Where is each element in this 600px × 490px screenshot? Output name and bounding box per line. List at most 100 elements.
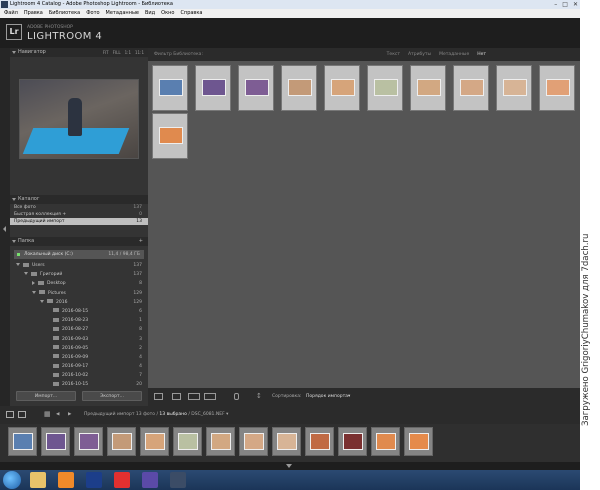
menu-window[interactable]: Окно xyxy=(161,9,174,18)
navigator-preview[interactable] xyxy=(19,79,139,159)
disclosure-icon[interactable] xyxy=(32,290,36,294)
menu-help[interactable]: Справка xyxy=(180,9,202,18)
disclosure-icon[interactable] xyxy=(40,299,44,303)
filmstrip-thumb[interactable] xyxy=(371,427,400,456)
filmstrip-source[interactable]: Предыдущий импорт 13 фото / 13 выбрано /… xyxy=(84,406,228,424)
navigator-header[interactable]: Навигатор FIT FILL 1:1 11:1 xyxy=(10,48,148,57)
catalog-previous-import[interactable]: Предыдущий импорт 13 xyxy=(10,218,148,225)
folder-item[interactable]: 2016-08-27 8 xyxy=(10,325,148,334)
catalog-all-photos[interactable]: Все фото 137 xyxy=(10,204,148,211)
catalog-quick-collection[interactable]: Быстрая коллекция + 0 xyxy=(10,211,148,218)
collapse-bottom-icon[interactable] xyxy=(286,464,292,468)
folder-item[interactable]: 2016-09-09 4 xyxy=(10,353,148,362)
filmstrip-thumb[interactable] xyxy=(74,427,103,456)
folder-item[interactable]: 2016-08-23 1 xyxy=(10,316,148,325)
grid-cell[interactable] xyxy=(410,65,446,111)
photo-thumbnail xyxy=(202,79,226,96)
page-2-icon[interactable] xyxy=(18,411,26,418)
zoom-11-1[interactable]: 11:1 xyxy=(135,48,144,57)
grid-view-icon[interactable] xyxy=(154,393,163,400)
explorer-icon[interactable] xyxy=(30,472,46,488)
filter-none[interactable]: Нет xyxy=(477,48,486,61)
browser-icon[interactable] xyxy=(142,472,158,488)
filmstrip-thumb[interactable] xyxy=(404,427,433,456)
folder-item[interactable]: 2016 129 xyxy=(10,298,148,307)
volume-bar[interactable]: Локальный диск (C:) 11,4 / 98,4 ГБ xyxy=(14,250,144,259)
close-icon[interactable]: ✕ xyxy=(573,0,578,9)
filter-text[interactable]: Текст xyxy=(387,48,400,61)
grid-icon[interactable]: ▦ xyxy=(44,411,51,418)
filmstrip-thumb[interactable] xyxy=(206,427,235,456)
filmstrip-thumb[interactable] xyxy=(107,427,136,456)
grid-cell[interactable] xyxy=(152,65,188,111)
start-button[interactable] xyxy=(3,471,21,489)
menu-metadata[interactable]: Метаданные xyxy=(106,9,139,18)
grid-cell[interactable] xyxy=(281,65,317,111)
chevron-down-icon[interactable]: ▾ xyxy=(226,412,228,417)
folder-item[interactable]: Desktop 8 xyxy=(10,279,148,288)
filmstrip-thumb[interactable] xyxy=(272,427,301,456)
folder-item[interactable]: 2016-09-03 3 xyxy=(10,335,148,344)
filter-attributes[interactable]: Атрибуты xyxy=(408,48,431,61)
folder-item[interactable]: 2016-09-17 4 xyxy=(10,362,148,371)
grid-cell[interactable] xyxy=(496,65,532,111)
filter-metadata[interactable]: Метаданные xyxy=(439,48,469,61)
folders-header[interactable]: Папка + xyxy=(10,237,148,246)
menu-view[interactable]: Вид xyxy=(145,9,155,18)
disclosure-icon[interactable] xyxy=(32,280,35,285)
yandex-icon[interactable] xyxy=(114,472,130,488)
folder-item[interactable]: Users 137 xyxy=(10,261,148,270)
photoshop-icon[interactable] xyxy=(86,472,102,488)
filmstrip-thumb[interactable] xyxy=(338,427,367,456)
menu-photo[interactable]: Фото xyxy=(86,9,99,18)
folder-item[interactable]: 2016-10-02 7 xyxy=(10,371,148,380)
grid-cell[interactable] xyxy=(152,113,188,159)
filmstrip-thumb[interactable] xyxy=(41,427,70,456)
grid-cell[interactable] xyxy=(324,65,360,111)
lightroom-icon[interactable] xyxy=(170,472,186,488)
filmstrip-thumb[interactable] xyxy=(140,427,169,456)
grid-cell[interactable] xyxy=(238,65,274,111)
menu-library[interactable]: Библиотека xyxy=(49,9,80,18)
compare-view-icon[interactable] xyxy=(188,393,200,400)
sort-direction-icon[interactable]: ↕ xyxy=(256,393,262,400)
export-button[interactable]: Экспорт... xyxy=(82,391,142,401)
loupe-view-icon[interactable] xyxy=(172,393,181,400)
zoom-fill[interactable]: FILL xyxy=(113,48,121,57)
folder-item[interactable]: Григорий 137 xyxy=(10,270,148,279)
folder-item[interactable]: Pictures 129 xyxy=(10,289,148,298)
spray-can-icon[interactable] xyxy=(234,393,239,400)
catalog-header[interactable]: Каталог xyxy=(10,195,148,204)
left-panel-toggle[interactable] xyxy=(0,48,10,406)
grid-cell[interactable] xyxy=(195,65,231,111)
filmstrip-thumb[interactable] xyxy=(305,427,334,456)
sort-select[interactable]: Порядок импорта xyxy=(306,388,348,406)
menu-edit[interactable]: Правка xyxy=(24,9,43,18)
forward-icon[interactable]: ▶ xyxy=(68,406,71,424)
back-icon[interactable]: ◀ xyxy=(56,406,59,424)
minimize-icon[interactable]: – xyxy=(554,0,557,9)
import-button[interactable]: Импорт... xyxy=(16,391,76,401)
filmstrip-toggle[interactable] xyxy=(0,462,580,470)
add-folder-icon[interactable]: + xyxy=(139,237,143,246)
disclosure-icon[interactable] xyxy=(16,263,20,266)
menu-file[interactable]: Файл xyxy=(4,9,18,18)
folder-item[interactable]: 2016-10-15 20 xyxy=(10,380,148,389)
maximize-icon[interactable]: □ xyxy=(562,0,568,9)
filmstrip-thumb[interactable] xyxy=(239,427,268,456)
filmstrip-thumb[interactable] xyxy=(8,427,37,456)
media-icon[interactable] xyxy=(58,472,74,488)
grid-cell[interactable] xyxy=(539,65,575,111)
grid-cell[interactable] xyxy=(367,65,403,111)
page-1-icon[interactable] xyxy=(6,411,14,418)
zoom-fit[interactable]: FIT xyxy=(103,48,109,57)
disclosure-icon[interactable] xyxy=(24,272,28,276)
zoom-1-1[interactable]: 1:1 xyxy=(125,48,131,57)
survey-view-icon[interactable] xyxy=(204,393,216,400)
filmstrip-thumb[interactable] xyxy=(173,427,202,456)
folder-item[interactable]: 2016-09-05 2 xyxy=(10,344,148,353)
chevron-down-icon[interactable]: ▾ xyxy=(348,388,350,406)
folder-item[interactable]: 2016-08-15 6 xyxy=(10,307,148,316)
collapse-left-icon[interactable] xyxy=(3,226,6,232)
grid-cell[interactable] xyxy=(453,65,489,111)
